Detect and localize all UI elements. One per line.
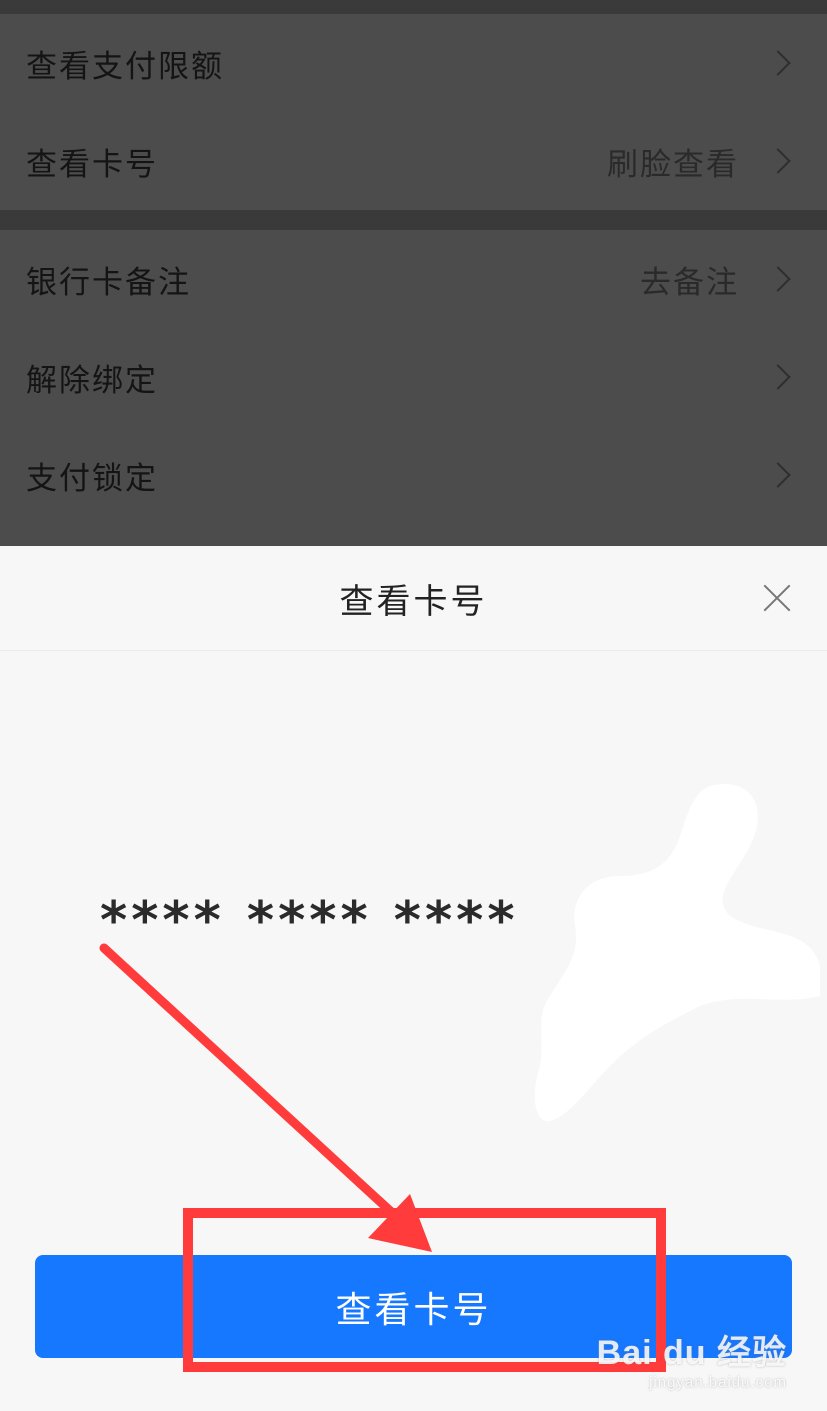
settings-row-view-card-number[interactable]: 查看卡号 刷脸查看 — [0, 112, 827, 210]
chevron-right-icon — [765, 266, 791, 292]
settings-group-1: 查看支付限额 查看卡号 刷脸查看 — [0, 14, 827, 210]
masked-card-number: **** **** **** — [100, 891, 519, 951]
row-label: 查看支付限额 — [26, 48, 224, 85]
row-label: 解除绑定 — [26, 362, 158, 399]
chevron-right-icon — [765, 50, 791, 76]
chevron-right-icon — [765, 148, 791, 174]
settings-list-dimmed: 查看支付限额 查看卡号 刷脸查看 银行卡备注 去备注 解除绑定 支付锁定 — [0, 0, 827, 546]
close-icon[interactable] — [763, 584, 791, 612]
row-label: 银行卡备注 — [26, 264, 191, 301]
sheet-header: 查看卡号 — [0, 546, 827, 651]
row-label: 支付锁定 — [26, 460, 158, 497]
chevron-right-icon — [765, 364, 791, 390]
view-card-number-sheet: 查看卡号 **** **** **** 查看卡号 — [0, 546, 827, 1411]
redaction-smudge — [534, 784, 820, 1122]
settings-row-card-remark[interactable]: 银行卡备注 去备注 — [0, 230, 827, 328]
chevron-right-icon — [765, 462, 791, 488]
settings-group-2: 银行卡备注 去备注 解除绑定 支付锁定 — [0, 230, 827, 546]
baidu-jingyan-watermark: Bai du 经验 jingyan.baidu.com — [597, 1325, 787, 1391]
watermark-sub: jingyan.baidu.com — [649, 1374, 787, 1391]
row-value: 刷脸查看 — [607, 146, 739, 183]
watermark-main: Bai du 经验 — [596, 1334, 787, 1372]
settings-row-payment-limit[interactable]: 查看支付限额 — [0, 14, 827, 112]
settings-row-payment-lock[interactable]: 支付锁定 — [0, 426, 827, 524]
settings-row-unbind[interactable]: 解除绑定 — [0, 328, 827, 426]
sheet-title: 查看卡号 — [339, 581, 488, 622]
row-label: 查看卡号 — [26, 146, 158, 183]
row-value: 去备注 — [640, 264, 739, 301]
